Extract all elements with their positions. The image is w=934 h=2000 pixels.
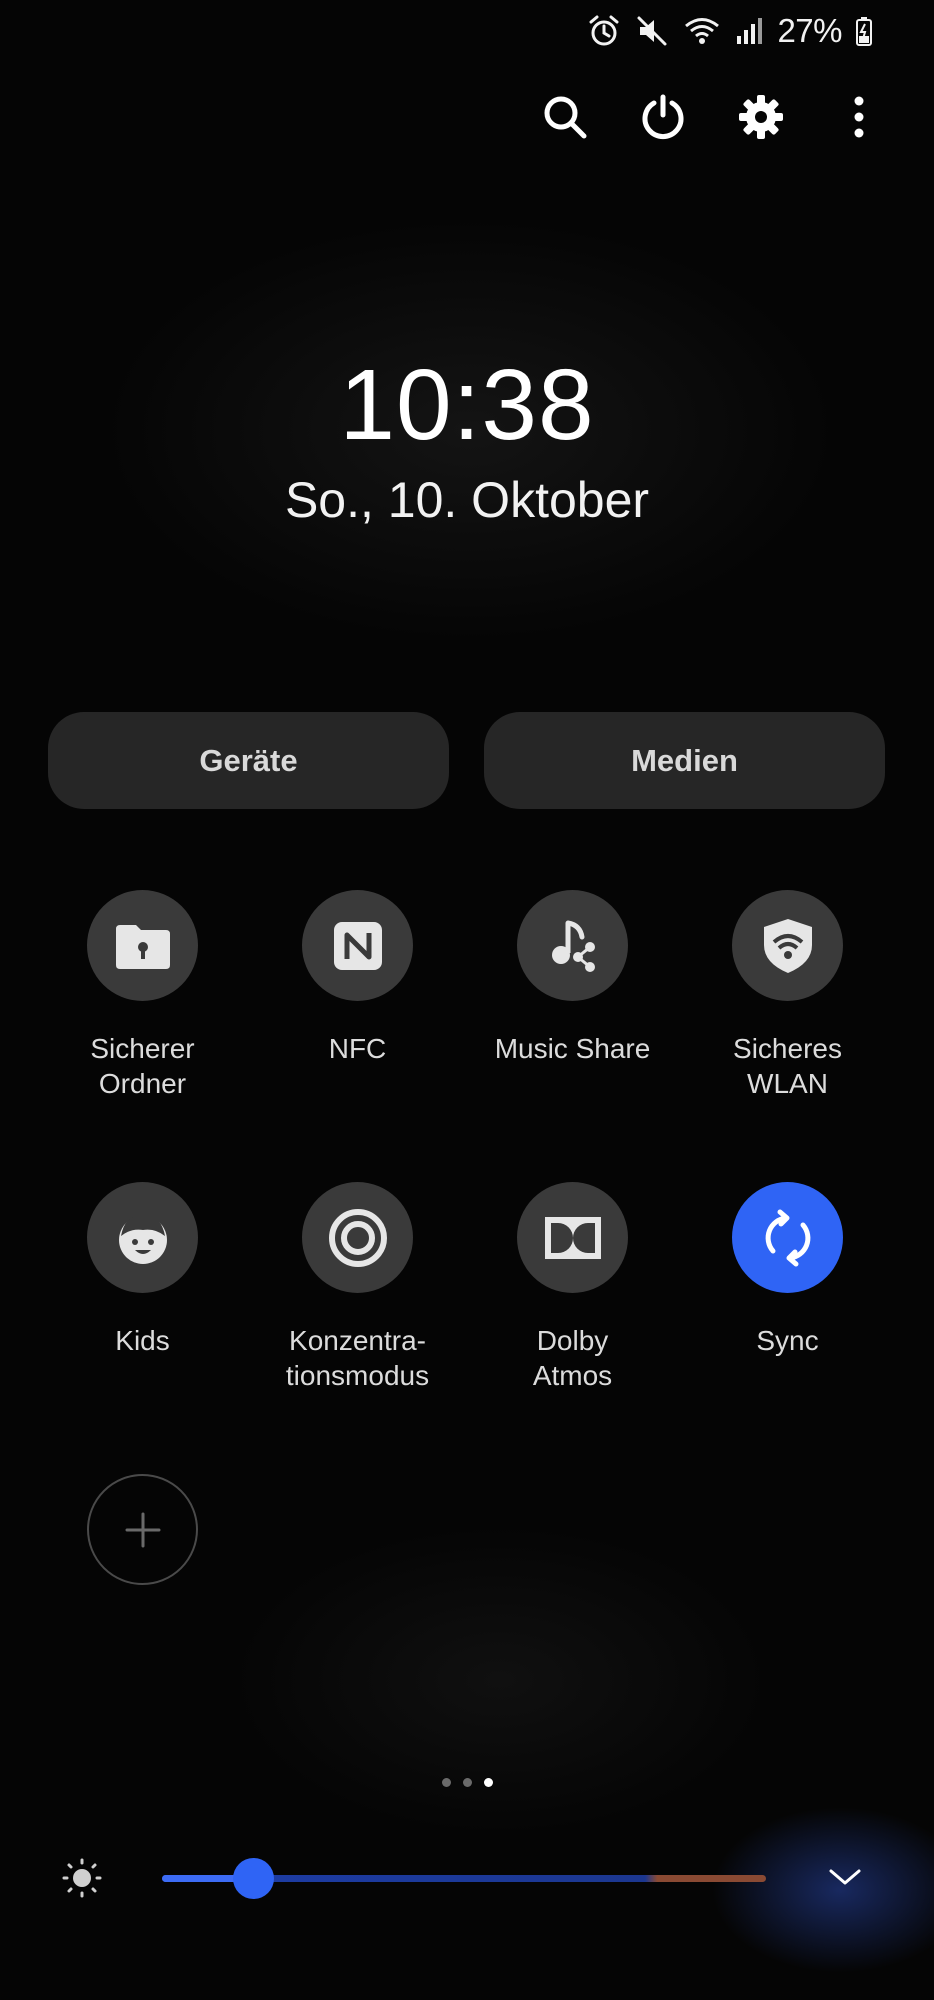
- devices-button[interactable]: Geräte: [48, 712, 449, 809]
- page-dot-current: [483, 1778, 493, 1787]
- settings-button[interactable]: [732, 88, 790, 146]
- kids-icon: [118, 1215, 167, 1264]
- chevron-down-icon: [829, 1869, 861, 1885]
- tile-label: Sync: [756, 1325, 819, 1356]
- battery-charging-icon: [856, 16, 872, 46]
- music-share-icon: [551, 920, 595, 972]
- page-indicator: [0, 1778, 934, 1787]
- battery-percent: 27%: [777, 12, 842, 49]
- secure-folder-icon: [115, 924, 170, 969]
- quick-panel: 27% 10:38 So., 10. Oktober Geräte Medien…: [0, 0, 934, 2000]
- search-icon: [544, 96, 587, 139]
- gear-icon: [739, 95, 783, 139]
- more-vert-icon: [854, 96, 864, 138]
- tile-label: Konzentra- tionsmodus: [285, 1325, 430, 1391]
- alarm-icon: [587, 14, 621, 48]
- power-icon: [642, 94, 684, 140]
- add-tile-button[interactable]: [35, 1474, 250, 1585]
- tile-kids[interactable]: Kids: [35, 1182, 250, 1358]
- brightness-thumb[interactable]: [232, 1858, 274, 1899]
- clock-time[interactable]: 10:38: [0, 345, 934, 465]
- tile-dolby-atmos[interactable]: Dolby Atmos: [465, 1182, 680, 1393]
- tile-label: Sicheres WLAN: [733, 1033, 842, 1099]
- clock-date[interactable]: So., 10. Oktober: [0, 470, 934, 530]
- page-dot: [462, 1778, 472, 1787]
- tile-label: Music Share: [494, 1033, 651, 1064]
- nfc-icon: [333, 921, 382, 970]
- tile-sync[interactable]: Sync: [680, 1182, 895, 1358]
- tile-label: Dolby Atmos: [532, 1325, 613, 1391]
- wifi-icon: [683, 14, 721, 48]
- secure-wifi-icon: [763, 918, 812, 973]
- search-button[interactable]: [536, 88, 594, 146]
- tile-focus-mode[interactable]: Konzentra- tionsmodus: [250, 1182, 465, 1393]
- power-button[interactable]: [634, 88, 692, 146]
- signal-icon: [735, 16, 763, 46]
- plus-icon: [125, 1512, 160, 1547]
- focus-mode-icon: [328, 1208, 387, 1267]
- expand-button[interactable]: [820, 1856, 870, 1898]
- brightness-slider[interactable]: [162, 1858, 766, 1899]
- sync-icon: [765, 1209, 810, 1266]
- sun-icon: [62, 1858, 102, 1898]
- tile-label: Kids: [115, 1325, 170, 1356]
- top-actions: [536, 88, 888, 146]
- tile-nfc[interactable]: NFC: [250, 890, 465, 1066]
- dolby-icon: [544, 1216, 601, 1259]
- status-bar: 27%: [587, 8, 872, 54]
- mute-icon: [635, 14, 669, 48]
- tile-label: Sicherer Ordner: [90, 1033, 195, 1099]
- page-dot: [441, 1778, 451, 1787]
- tile-label: NFC: [328, 1033, 387, 1064]
- media-button[interactable]: Medien: [484, 712, 885, 809]
- tile-music-share[interactable]: Music Share: [465, 890, 680, 1066]
- tile-secure-folder[interactable]: Sicherer Ordner: [35, 890, 250, 1101]
- tile-secure-wifi[interactable]: Sicheres WLAN: [680, 890, 895, 1101]
- more-options-button[interactable]: [830, 88, 888, 146]
